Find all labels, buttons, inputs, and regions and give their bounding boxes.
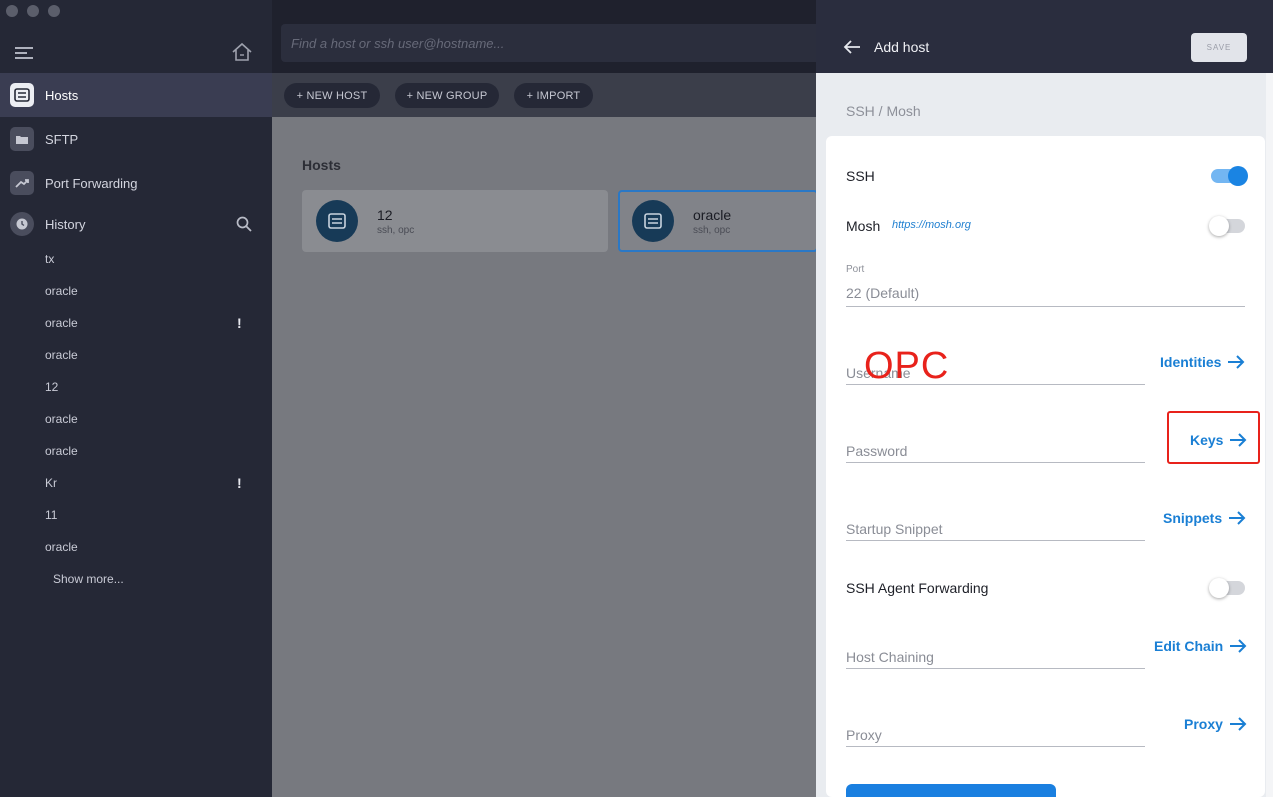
minimize-window-button[interactable] <box>27 5 39 17</box>
host-name: 12 <box>377 207 393 223</box>
import-button[interactable]: + IMPORT <box>514 83 593 108</box>
close-window-button[interactable] <box>6 5 18 17</box>
mosh-label: Mosh <box>846 218 881 234</box>
scrollbar-track[interactable] <box>1266 73 1273 797</box>
agent-forwarding-label: SSH Agent Forwarding <box>846 580 989 596</box>
history-item[interactable]: Kr <box>45 476 57 490</box>
host-card-selected[interactable]: oracle ssh, opc <box>618 190 818 252</box>
history-item[interactable]: oracle <box>45 316 78 330</box>
edit-chain-link[interactable]: Edit Chain <box>1154 638 1247 654</box>
hosts-icon <box>10 83 34 107</box>
arrow-right-icon <box>1229 511 1246 525</box>
port-underline <box>846 306 1245 307</box>
search-placeholder: Find a host or ssh user@hostname... <box>291 36 505 51</box>
proxy-label: Proxy <box>1184 716 1223 732</box>
identities-label: Identities <box>1160 354 1222 370</box>
startup-snippet-underline <box>846 540 1145 541</box>
search-icon[interactable] <box>236 216 252 232</box>
port-forwarding-icon <box>10 171 34 195</box>
host-details: ssh, opc <box>693 225 731 236</box>
edit-chain-label: Edit Chain <box>1154 638 1224 654</box>
history-item[interactable]: 12 <box>45 380 58 394</box>
port-field[interactable]: 22 (Default) <box>846 285 919 301</box>
password-underline <box>846 462 1145 463</box>
agent-forwarding-toggle[interactable] <box>1209 578 1245 598</box>
server-icon <box>316 200 358 242</box>
host-chaining-underline <box>846 668 1145 669</box>
history-icon <box>10 212 34 236</box>
sidebar-item-history[interactable]: History <box>0 202 272 246</box>
arrow-right-icon <box>1230 639 1247 653</box>
arrow-right-icon <box>1229 717 1247 731</box>
warning-icon: ! <box>237 475 242 491</box>
server-icon <box>632 200 674 242</box>
host-details: ssh, opc <box>377 225 415 236</box>
mosh-toggle[interactable] <box>1209 216 1245 236</box>
show-more-link[interactable]: Show more... <box>53 572 124 586</box>
window-controls <box>6 5 60 17</box>
sidebar-item-hosts[interactable]: Hosts <box>0 73 272 117</box>
proxy-field[interactable]: Proxy <box>846 727 882 743</box>
sidebar-item-sftp[interactable]: SFTP <box>0 117 272 161</box>
warning-icon: ! <box>237 315 242 331</box>
menu-icon[interactable] <box>15 47 33 59</box>
history-item[interactable]: 11 <box>45 508 57 522</box>
arrow-right-icon <box>1228 355 1245 369</box>
new-host-button[interactable]: + NEW HOST <box>284 83 380 108</box>
mosh-link[interactable]: https://mosh.org <box>892 219 971 231</box>
sidebar-item-label: Hosts <box>45 87 79 103</box>
ssh-settings-card <box>826 136 1265 797</box>
ssh-toggle[interactable] <box>1211 166 1248 186</box>
port-label: Port <box>846 264 865 275</box>
history-item[interactable]: oracle <box>45 412 78 426</box>
identities-link[interactable]: Identities <box>1160 354 1245 370</box>
opc-annotation: OPC <box>864 345 950 387</box>
new-group-button[interactable]: + NEW GROUP <box>395 83 499 108</box>
snippets-label: Snippets <box>1163 510 1223 526</box>
ssh-label: SSH <box>846 168 875 184</box>
home-icon[interactable] <box>231 42 253 62</box>
save-button[interactable]: SAVE <box>1191 33 1247 62</box>
section-title: Hosts <box>302 157 341 173</box>
proxy-link[interactable]: Proxy <box>1184 716 1247 732</box>
sidebar: Hosts SFTP Port Forwarding History tx or… <box>0 0 272 797</box>
history-item[interactable]: oracle <box>45 444 78 458</box>
connect-button[interactable] <box>846 784 1056 797</box>
history-item[interactable]: oracle <box>45 284 78 298</box>
back-arrow-icon[interactable] <box>843 38 861 56</box>
sidebar-item-label: SFTP <box>45 131 79 147</box>
proxy-underline <box>846 746 1145 747</box>
history-item[interactable]: oracle <box>45 348 78 362</box>
panel-title: Add host <box>874 39 930 55</box>
password-field[interactable]: Password <box>846 443 907 459</box>
folder-icon <box>10 127 34 151</box>
host-card[interactable]: 12 ssh, opc <box>302 190 608 252</box>
history-item[interactable]: oracle <box>45 540 78 554</box>
history-item[interactable]: tx <box>45 252 54 266</box>
snippets-link[interactable]: Snippets <box>1163 510 1246 526</box>
sidebar-item-label: Port Forwarding <box>45 175 138 191</box>
host-chaining-field[interactable]: Host Chaining <box>846 649 934 665</box>
startup-snippet-field[interactable]: Startup Snippet <box>846 521 943 537</box>
keys-highlight-box <box>1167 411 1260 464</box>
panel-section-title: SSH / Mosh <box>846 103 921 119</box>
sidebar-item-port-forwarding[interactable]: Port Forwarding <box>0 161 272 205</box>
host-name: oracle <box>693 207 732 223</box>
zoom-window-button[interactable] <box>48 5 60 17</box>
